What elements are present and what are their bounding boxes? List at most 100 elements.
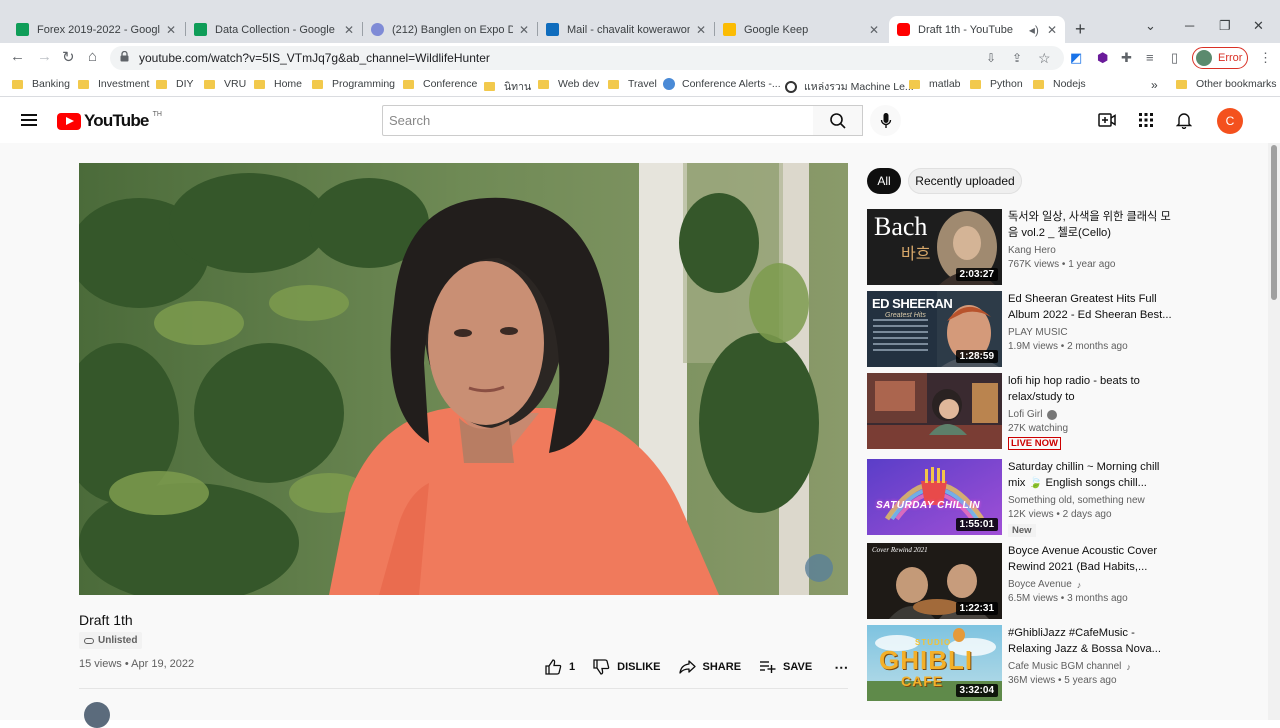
video-stats: 767K views • 1 year ago bbox=[1008, 259, 1116, 270]
close-icon[interactable]: ✕ bbox=[1047, 23, 1057, 37]
browser-tab-active[interactable]: Draft 1th - YouTube ◂) ✕ bbox=[889, 16, 1065, 43]
browser-tab[interactable]: Data Collection - Google She ✕ bbox=[186, 16, 362, 43]
close-icon[interactable]: ✕ bbox=[696, 23, 706, 37]
bookmark-folder[interactable]: Nodejs bbox=[1033, 78, 1086, 90]
media-control-icon[interactable]: ≡ bbox=[1146, 50, 1154, 65]
dislike-button[interactable]: DISLIKE bbox=[593, 659, 661, 675]
more-actions-icon[interactable]: ⋯ bbox=[834, 659, 848, 676]
share-icon[interactable]: ⇪ bbox=[1012, 51, 1022, 65]
channel-name[interactable]: PLAY MUSIC bbox=[1008, 327, 1068, 338]
browser-tab[interactable]: Google Keep ✕ bbox=[715, 16, 887, 43]
bookmark-folder[interactable]: VRU bbox=[204, 78, 246, 90]
reload-icon[interactable]: ↻ bbox=[62, 48, 75, 66]
video-thumbnail[interactable] bbox=[867, 373, 1002, 449]
video-title[interactable]: lofi hip hop radio - beats to relax/stud… bbox=[1008, 373, 1174, 405]
video-player[interactable] bbox=[79, 163, 848, 595]
account-avatar[interactable]: C bbox=[1217, 108, 1243, 134]
page-scrollbar[interactable] bbox=[1268, 143, 1280, 720]
channel-name[interactable]: Kang Hero bbox=[1008, 245, 1056, 256]
video-title[interactable]: Saturday chillin ~ Morning chill mix 🍃 E… bbox=[1008, 459, 1174, 491]
save-button[interactable]: SAVE bbox=[759, 660, 812, 674]
search-button[interactable] bbox=[813, 105, 863, 136]
address-bar[interactable]: youtube.com/watch?v=5IS_VTmJq7g&ab_chann… bbox=[110, 46, 1064, 70]
restore-button[interactable]: ❐ bbox=[1219, 18, 1231, 34]
bookmark-folder[interactable]: DIY bbox=[156, 78, 194, 90]
bookmark-link[interactable]: Conference Alerts -... bbox=[663, 78, 781, 90]
channel-label: Cafe Music BGM channel bbox=[1008, 661, 1122, 672]
other-bookmarks[interactable]: Other bookmarks bbox=[1176, 78, 1277, 90]
browser-tab[interactable]: Forex 2019-2022 - Google Sh ✕ bbox=[8, 16, 184, 43]
menu-icon[interactable] bbox=[21, 114, 37, 126]
home-icon[interactable]: ⌂ bbox=[88, 48, 97, 65]
like-button[interactable]: 1 bbox=[545, 659, 575, 675]
close-icon[interactable]: ✕ bbox=[869, 23, 879, 37]
video-thumbnail[interactable]: Cover Rewind 2021 1:22:31 bbox=[867, 543, 1002, 619]
bookmark-label: Python bbox=[990, 78, 1023, 90]
share-button[interactable]: SHARE bbox=[678, 660, 741, 674]
video-stats: 12K views • 2 days ago bbox=[1008, 509, 1112, 520]
video-title[interactable]: Ed Sheeran Greatest Hits Full Album 2022… bbox=[1008, 291, 1174, 323]
bookmark-folder[interactable]: Investment bbox=[78, 78, 149, 90]
recommended-video[interactable]: STUDIO GHIBLI CAFE 3:32:04 #GhibliJazz #… bbox=[867, 625, 1247, 701]
forward-icon[interactable]: → bbox=[37, 48, 52, 65]
new-tab-button[interactable]: + bbox=[1075, 19, 1086, 40]
menu-kebab-icon[interactable]: ⋮ bbox=[1259, 50, 1272, 66]
bookmark-folder[interactable]: Travel bbox=[608, 78, 657, 90]
bookmark-folder[interactable]: นิทาน bbox=[484, 78, 531, 95]
video-thumbnail[interactable]: ED SHEERAN Greatest Hits 1:28:59 bbox=[867, 291, 1002, 367]
chip-recently-uploaded[interactable]: Recently uploaded bbox=[908, 168, 1022, 194]
recommended-video[interactable]: Bach 바흐 2:03:27 독서와 일상, 사색을 위한 클래식 모음 vo… bbox=[867, 209, 1247, 285]
new-badge: New bbox=[1008, 524, 1036, 537]
browser-tab[interactable]: Mail - chavalit kowerawong - ✕ bbox=[538, 16, 714, 43]
close-icon[interactable]: ✕ bbox=[519, 23, 529, 37]
extension-icon[interactable]: ⬢ bbox=[1097, 50, 1108, 66]
close-window-button[interactable]: ✕ bbox=[1253, 18, 1264, 34]
back-icon[interactable]: ← bbox=[10, 48, 25, 65]
bookmark-folder[interactable]: Banking bbox=[12, 78, 70, 90]
bookmark-folder[interactable]: Home bbox=[254, 78, 302, 90]
recommended-video[interactable]: ED SHEERAN Greatest Hits 1:28:59 Ed Shee… bbox=[867, 291, 1247, 367]
video-thumbnail[interactable]: STUDIO GHIBLI CAFE 3:32:04 bbox=[867, 625, 1002, 701]
create-video-button[interactable] bbox=[1097, 110, 1117, 130]
install-icon[interactable]: ⇩ bbox=[986, 51, 996, 65]
notifications-button[interactable] bbox=[1174, 110, 1194, 130]
chip-all[interactable]: All bbox=[867, 168, 901, 194]
channel-avatar[interactable] bbox=[84, 702, 110, 728]
bookmarks-overflow-button[interactable]: » bbox=[1151, 78, 1158, 92]
scrollbar-thumb[interactable] bbox=[1271, 145, 1277, 300]
bookmark-folder[interactable]: Conference bbox=[403, 78, 477, 90]
bookmark-folder[interactable]: Python bbox=[970, 78, 1023, 90]
google-sheets-icon bbox=[194, 23, 207, 36]
apps-button[interactable] bbox=[1136, 110, 1156, 130]
profile-button[interactable]: Error bbox=[1192, 47, 1248, 69]
recommended-video[interactable]: lofi hip hop radio - beats to relax/stud… bbox=[867, 373, 1247, 450]
search-input[interactable]: Search bbox=[382, 105, 814, 136]
channel-name[interactable]: Cafe Music BGM channel ♪ bbox=[1008, 661, 1131, 672]
recommended-video[interactable]: Cover Rewind 2021 1:22:31 Boyce Avenue A… bbox=[867, 543, 1247, 619]
video-title[interactable]: Boyce Avenue Acoustic Cover Rewind 2021 … bbox=[1008, 543, 1174, 575]
video-title[interactable]: #GhibliJazz #CafeMusic - Relaxing Jazz &… bbox=[1008, 625, 1174, 657]
close-icon[interactable]: ✕ bbox=[344, 23, 354, 37]
tab-search-icon[interactable]: ⌄ bbox=[1145, 18, 1156, 34]
video-thumbnail[interactable]: SATURDAY CHILLIN 1:55:01 bbox=[867, 459, 1002, 535]
translate-icon[interactable]: ◩ bbox=[1070, 50, 1082, 66]
side-panel-icon[interactable]: ▯ bbox=[1171, 50, 1178, 66]
youtube-logo[interactable]: YouTube TH bbox=[57, 111, 162, 131]
minimize-button[interactable]: ─ bbox=[1185, 18, 1194, 33]
close-icon[interactable]: ✕ bbox=[166, 23, 176, 37]
recommended-video[interactable]: SATURDAY CHILLIN 1:55:01 Saturday chilli… bbox=[867, 459, 1247, 537]
browser-tab[interactable]: (212) Banglen on Expo Devel ✕ bbox=[363, 16, 537, 43]
speaker-icon[interactable]: ◂) bbox=[1029, 23, 1039, 37]
channel-name[interactable]: Something old, something new bbox=[1008, 495, 1145, 506]
bookmark-folder[interactable]: Programming bbox=[312, 78, 395, 90]
channel-name[interactable]: Lofi Girl bbox=[1008, 409, 1058, 420]
voice-search-button[interactable] bbox=[870, 105, 901, 136]
bookmark-folder[interactable]: matlab bbox=[909, 78, 961, 90]
bookmark-folder[interactable]: Web dev bbox=[538, 78, 599, 90]
video-thumbnail[interactable]: Bach 바흐 2:03:27 bbox=[867, 209, 1002, 285]
bookmark-link[interactable]: แหล่งรวม Machine Le... bbox=[785, 78, 914, 95]
bookmark-star-icon[interactable]: ☆ bbox=[1038, 50, 1051, 67]
puzzle-icon[interactable]: ✚ bbox=[1121, 50, 1132, 66]
video-title[interactable]: 독서와 일상, 사색을 위한 클래식 모음 vol.2 _ 첼로(Cello) bbox=[1008, 209, 1174, 241]
channel-name[interactable]: Boyce Avenue ♪ bbox=[1008, 579, 1081, 590]
